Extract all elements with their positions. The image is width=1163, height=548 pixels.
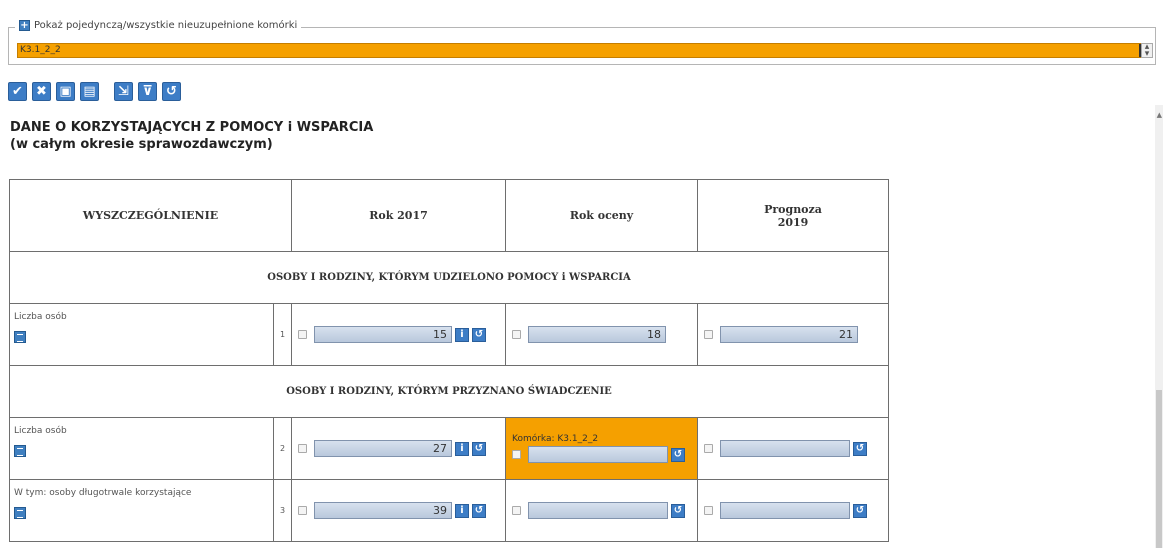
cell-rok-2017: 15 i ↺ [291,303,506,366]
cell-rok-oceny: ↺ [505,479,698,542]
row-checkbox[interactable] [512,450,521,459]
vertical-scrollbar[interactable]: ▲ [1155,105,1163,548]
row-label-cell: Liczba osób [9,303,274,366]
refresh-icon[interactable]: ↺ [853,441,867,456]
cell-filter-fieldset: + Pokaż pojedynczą/wszystkie nieuzupełni… [8,20,1156,65]
row-label: Liczba osób [14,426,67,436]
page-title: DANE O KORZYSTAJĄCYCH Z POMOCY i WSPARCI… [10,119,373,153]
row-number: 2 [273,417,292,480]
cell-rok-2017: 27 i ↺ [291,417,506,480]
check-button[interactable]: ✔ [8,82,27,101]
list-icon[interactable] [14,445,26,457]
value-input[interactable] [528,502,668,519]
list-icon[interactable] [14,331,26,343]
cell-prognoza: ↺ [697,479,889,542]
row-checkbox[interactable] [704,506,713,515]
value-input[interactable]: 21 [720,326,858,343]
refresh-icon[interactable]: ↺ [472,327,486,342]
save-button[interactable]: ▣ [56,82,75,101]
toolbar: ✔ ✖ ▣ ▤ ⇲ ⊽ ↺ [8,82,181,101]
refresh-icon[interactable]: ↺ [472,441,486,456]
table-header-row: WYSZCZEGÓLNIENIE Rok 2017 Rok oceny Prog… [9,179,889,252]
list-icon[interactable] [14,507,26,519]
section-title: OSOBY I RODZINY, KTÓRYM PRZYZNANO ŚWIADC… [9,365,889,418]
row-checkbox[interactable] [704,444,713,453]
value-input[interactable] [720,440,850,457]
cell-prognoza: 21 [697,303,889,366]
row-number: 1 [273,303,292,366]
title-line-2: (w całym okresie sprawozdawczym) [10,137,273,152]
cell-rok-oceny-highlighted: Komórka: K3.1_2_2 ↺ [505,417,698,480]
row-label: Liczba osób [14,312,67,322]
refresh-icon[interactable]: ↺ [853,503,867,518]
value-input[interactable]: 27 [314,440,452,457]
table-row: Liczba osób 1 15 i ↺ 18 21 [9,303,889,366]
row-checkbox[interactable] [298,506,307,515]
filter-legend-label: Pokaż pojedynczą/wszystkie nieuzupełnion… [34,20,298,31]
section-title: OSOBY I RODZINY, KTÓRYM UDZIELONO POMOCY… [9,251,889,304]
row-checkbox[interactable] [298,444,307,453]
value-input[interactable]: 18 [528,326,666,343]
value-input[interactable] [720,502,850,519]
value-input[interactable]: 15 [314,326,452,343]
header-prognoza: Prognoza 2019 [697,179,889,252]
value-input[interactable]: 39 [314,502,452,519]
row-label: W tym: osoby długotrwale korzystające [14,488,192,498]
info-icon[interactable]: i [455,327,469,342]
cell-select-value: K3.1_2_2 [20,45,61,55]
section-header: OSOBY I RODZINY, KTÓRYM UDZIELONO POMOCY… [9,251,889,304]
row-label-cell: W tym: osoby długotrwale korzystające [9,479,274,542]
title-line-1: DANE O KORZYSTAJĄCYCH Z POMOCY i WSPARCI… [10,120,374,135]
refresh-icon[interactable]: ↺ [472,503,486,518]
info-icon[interactable]: i [455,503,469,518]
table-row: W tym: osoby długotrwale korzystające 3 … [9,479,889,542]
cell-select[interactable]: K3.1_2_2 ▴ ▾ [17,43,1153,59]
header-wyszczegolnienie: WYSZCZEGÓLNIENIE [9,179,292,252]
refresh-button[interactable]: ↺ [162,82,181,101]
data-table: WYSZCZEGÓLNIENIE Rok 2017 Rok oceny Prog… [9,179,889,542]
select-arrows-icon[interactable]: ▴ ▾ [1141,43,1153,59]
value-input[interactable] [528,446,668,463]
header-rok-2017: Rok 2017 [291,179,506,252]
save-all-button[interactable]: ▤ [80,82,99,101]
cell-prognoza: ↺ [697,417,889,480]
refresh-icon[interactable]: ↺ [671,447,685,462]
filter-legend: + Pokaż pojedynczą/wszystkie nieuzupełni… [15,20,302,31]
row-checkbox[interactable] [512,506,521,515]
table-row: Liczba osób 2 27 i ↺ Komórka: K3.1_2_2 ↺ [9,417,889,480]
scroll-up-icon[interactable]: ▲ [1157,111,1162,119]
row-number: 3 [273,479,292,542]
row-label-cell: Liczba osób [9,417,274,480]
info-icon[interactable]: i [455,441,469,456]
row-checkbox[interactable] [512,330,521,339]
header-rok-oceny: Rok oceny [505,179,698,252]
export-button[interactable]: ⇲ [114,82,133,101]
filter-button[interactable]: ⊽ [138,82,157,101]
cell-rok-2017: 39 i ↺ [291,479,506,542]
cell-highlight-label: Komórka: K3.1_2_2 [512,434,599,444]
row-checkbox[interactable] [704,330,713,339]
refresh-icon[interactable]: ↺ [671,503,685,518]
row-checkbox[interactable] [298,330,307,339]
scrollbar-thumb[interactable] [1156,390,1162,548]
plus-icon[interactable]: + [19,20,30,31]
section-header: OSOBY I RODZINY, KTÓRYM PRZYZNANO ŚWIADC… [9,365,889,418]
close-button[interactable]: ✖ [32,82,51,101]
cell-rok-oceny: 18 [505,303,698,366]
